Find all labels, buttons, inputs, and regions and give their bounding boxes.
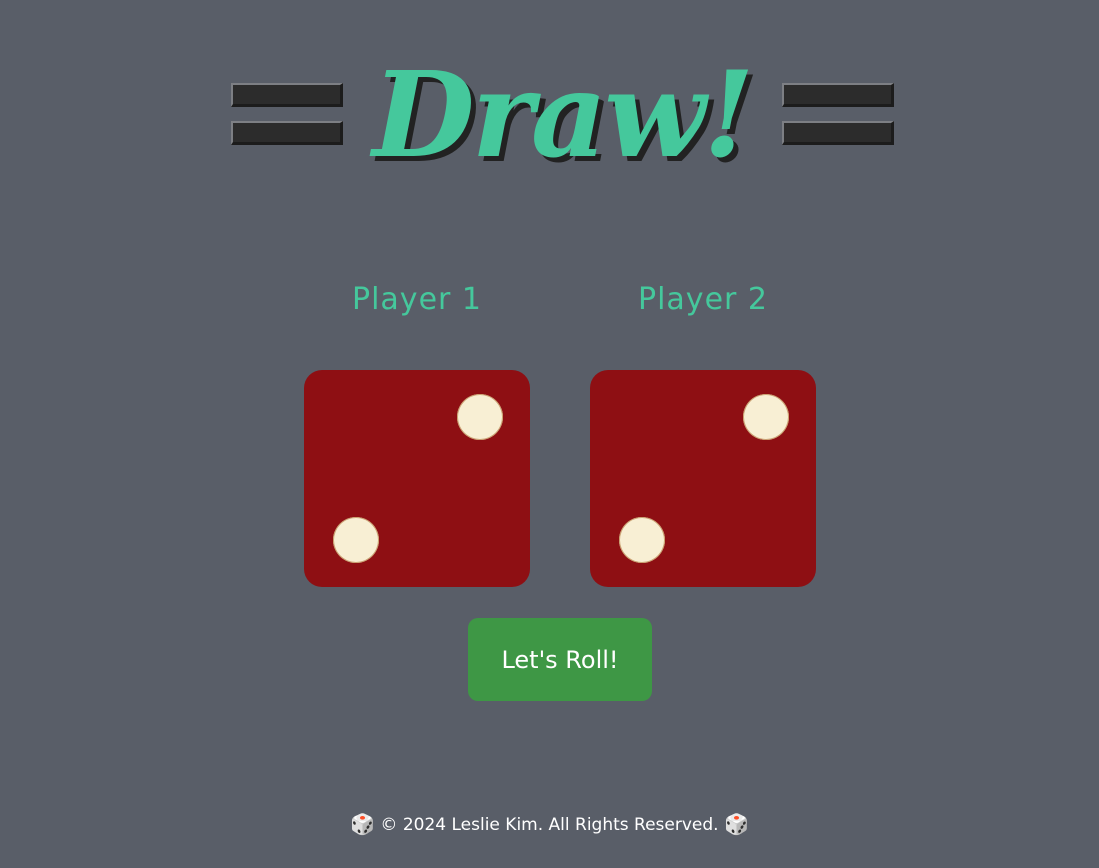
flag-bar (231, 83, 343, 107)
page-title: Draw! (372, 45, 754, 184)
flag-icon (782, 83, 894, 159)
dice-icon: 🎲 (723, 812, 749, 836)
player-2-die (590, 370, 816, 587)
die-pip (743, 394, 789, 440)
die-pip (619, 517, 665, 563)
die-pip (333, 517, 379, 563)
player-1-die (304, 370, 530, 587)
footer-text: © 2024 Leslie Kim. All Rights Reserved. (380, 815, 719, 835)
flag-bar (782, 121, 894, 145)
player-1-label: Player 1 (352, 282, 482, 317)
flag-icon (231, 83, 343, 159)
footer: 🎲 © 2024 Leslie Kim. All Rights Reserved… (0, 812, 1099, 836)
roll-button[interactable]: Let's Roll! (468, 618, 652, 701)
die-pip (457, 394, 503, 440)
dice-icon: 🎲 (350, 812, 376, 836)
player-2-label: Player 2 (638, 282, 768, 317)
title-row: Draw! (0, 40, 1099, 200)
flag-bar (231, 121, 343, 145)
flag-bar (782, 83, 894, 107)
